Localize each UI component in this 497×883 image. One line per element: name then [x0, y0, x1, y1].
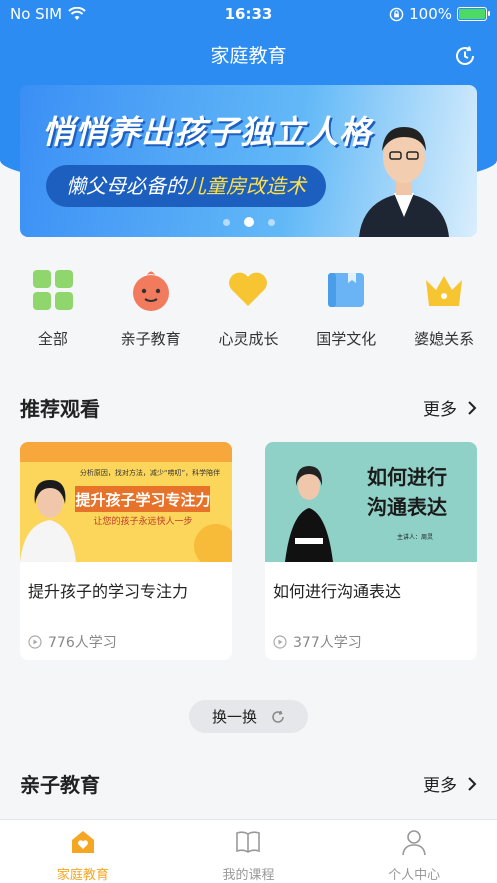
category-mind-growth[interactable]: 心灵成长: [200, 268, 296, 349]
open-book-icon: [236, 831, 261, 853]
course-title: 提升孩子的学习专注力: [28, 582, 189, 601]
battery-icon: [457, 7, 490, 21]
tab-family-education[interactable]: 家庭教育: [23, 820, 143, 883]
chevron-right-icon: [468, 400, 477, 415]
shuffle-label: 换一换: [211, 708, 257, 726]
category-row: 全部 亲子教育 心灵成长 国学文化 婆媳关系: [0, 268, 497, 349]
battery-percent: 100%: [409, 5, 452, 23]
thumb-main-text-1: 如何进行: [367, 465, 447, 489]
thumb-speaker-text: 主讲人：周灵: [397, 533, 433, 541]
course-learners: 776人学习: [20, 618, 232, 652]
course-card[interactable]: 如何进行 沟通表达 主讲人：周灵 如何进行沟通表达 377人学习: [265, 442, 477, 660]
more-label: 更多: [423, 776, 457, 796]
category-all[interactable]: 全部: [5, 268, 101, 349]
category-parenting[interactable]: 亲子教育: [103, 268, 199, 349]
banner-subtitle-highlight: 儿童房改造术: [186, 174, 306, 198]
pagination-dot[interactable]: [243, 217, 254, 227]
course-title: 如何进行沟通表达: [273, 582, 402, 601]
tab-label: 个人中心: [388, 868, 441, 883]
banner-pagination: [20, 217, 477, 227]
learners-count: 776人学习: [48, 635, 117, 651]
crown-icon: [426, 276, 463, 306]
section-title: 亲子教育: [20, 773, 100, 797]
baby-face-icon: [132, 271, 169, 311]
section-title: 推荐观看: [20, 397, 100, 421]
category-label: 婆媳关系: [414, 330, 475, 348]
person-icon: [402, 830, 426, 856]
banner-headline: 悄悄养出孩子独立人格: [42, 113, 373, 151]
book-icon: [328, 273, 365, 307]
thumb-sub-text: 让您的孩子永远快人一步: [93, 515, 192, 527]
tab-my-courses[interactable]: 我的课程: [188, 820, 308, 883]
play-circle-icon: [28, 635, 42, 649]
category-in-law-relations[interactable]: 婆媳关系: [396, 268, 492, 349]
thumb-main-text: 提升孩子学习专注力: [75, 491, 210, 509]
category-label: 全部: [37, 330, 68, 348]
learners-count: 377人学习: [293, 635, 362, 651]
home-heart-icon: [71, 831, 94, 853]
category-label: 亲子教育: [120, 330, 181, 348]
chevron-right-icon: [468, 776, 477, 791]
category-label: 心灵成长: [218, 330, 279, 348]
course-card[interactable]: 分析原因，找对方法，减少“唠叨”，科学陪伴 提升孩子学习专注力 让您的孩子永远快…: [20, 442, 232, 660]
heart-icon: [229, 272, 268, 306]
course-thumbnail: 分析原因，找对方法，减少“唠叨”，科学陪伴 提升孩子学习专注力 让您的孩子永远快…: [20, 442, 232, 568]
course-learners: 377人学习: [265, 618, 477, 652]
refresh-icon: [272, 710, 284, 723]
play-circle-icon: [273, 635, 287, 649]
thumb-main-text-2: 沟通表达: [367, 495, 447, 519]
more-button[interactable]: 更多: [423, 771, 477, 796]
promo-banner[interactable]: 悄悄养出孩子独立人格 懒父母必备的儿童房改造术: [20, 85, 477, 237]
pagination-dot[interactable]: [222, 218, 230, 226]
tab-label: 我的课程: [222, 868, 275, 883]
category-chinese-culture[interactable]: 国学文化: [298, 268, 394, 349]
wifi-icon: [68, 7, 86, 20]
carrier-label: No SIM: [10, 5, 63, 23]
course-thumbnail: 如何进行 沟通表达 主讲人：周灵: [265, 442, 477, 562]
tab-personal-center[interactable]: 个人中心: [354, 820, 474, 883]
page-title: 家庭教育: [210, 45, 287, 67]
rotation-lock-icon: [389, 7, 404, 21]
thumb-top-text: 分析原因，找对方法，减少“唠叨”，科学陪伴: [80, 468, 220, 477]
more-button[interactable]: 更多: [423, 395, 477, 420]
status-bar: No SIM 16:33 100%: [0, 0, 497, 28]
shuffle-button[interactable]: 换一换: [189, 700, 308, 733]
category-label: 国学文化: [316, 330, 377, 348]
banner-subtitle-prefix: 懒父母必备的: [66, 174, 186, 198]
grid-icon: [32, 270, 73, 310]
more-label: 更多: [423, 400, 457, 420]
status-time: 16:33: [224, 5, 273, 23]
recommend-section-header: 推荐观看 更多: [20, 393, 477, 422]
history-clock-icon[interactable]: [453, 44, 477, 68]
pagination-dot[interactable]: [267, 218, 275, 226]
tab-label: 家庭教育: [56, 868, 109, 883]
banner-subtitle: 懒父母必备的儿童房改造术: [46, 165, 326, 207]
parenting-section-header: 亲子教育 更多: [20, 769, 477, 798]
bottom-tab-bar: 家庭教育 我的课程 个人中心: [0, 819, 497, 883]
